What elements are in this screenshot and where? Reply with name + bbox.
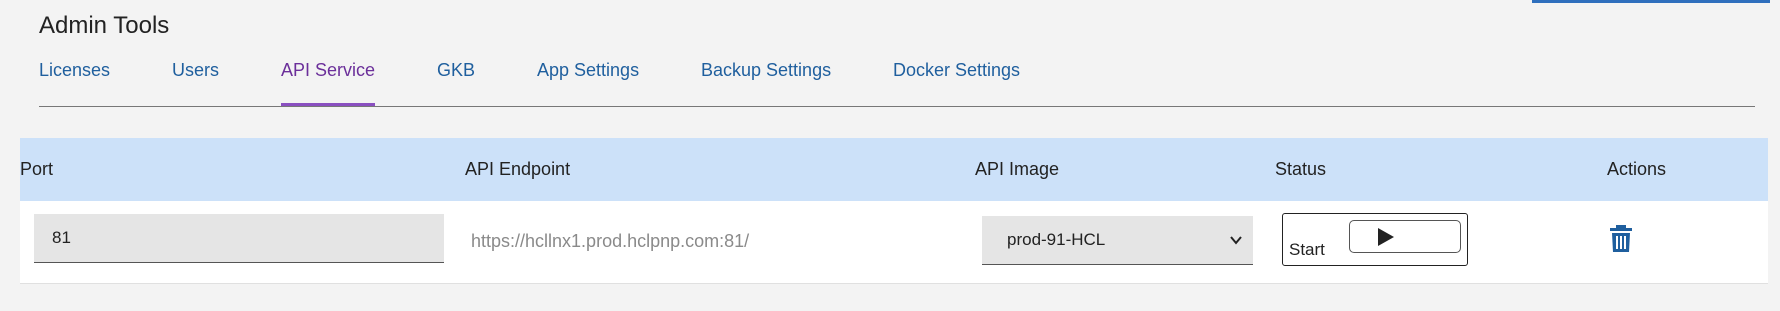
tab-gkb[interactable]: GKB	[437, 60, 475, 81]
api-image-select[interactable]: prod-91-HCL	[982, 216, 1253, 265]
api-service-table: Port API Endpoint API Image Status Actio…	[20, 138, 1768, 284]
status-label: Start	[1289, 240, 1325, 259]
header-port: Port	[20, 159, 54, 179]
tab-bar: Licenses Users API Service GKB App Setti…	[39, 58, 1755, 107]
tab-api-service[interactable]: API Service	[281, 60, 376, 106]
play-icon	[1378, 228, 1394, 246]
tab-users[interactable]: Users	[172, 60, 219, 81]
chevron-down-icon	[1230, 236, 1242, 245]
header-api-endpoint: API Endpoint	[465, 159, 571, 179]
page-title: Admin Tools	[39, 12, 170, 39]
header-api-image: API Image	[975, 159, 1060, 179]
tab-app-settings[interactable]: App Settings	[537, 60, 639, 81]
api-image-value: prod-91-HCL	[1007, 230, 1106, 249]
tab-licenses[interactable]: Licenses	[39, 60, 110, 81]
table-header: Port API Endpoint API Image Status Actio…	[20, 138, 1768, 201]
trash-icon[interactable]	[1610, 224, 1632, 252]
tab-backup-settings[interactable]: Backup Settings	[701, 60, 831, 81]
top-accent-bar	[1532, 0, 1770, 3]
start-button[interactable]	[1349, 220, 1461, 253]
tab-docker-settings[interactable]: Docker Settings	[893, 60, 1020, 81]
status-control: Start	[1282, 213, 1468, 266]
api-endpoint-text: https://hcllnx1.prod.hclpnp.com:81/	[471, 231, 750, 251]
port-input[interactable]	[34, 214, 444, 263]
header-status: Status	[1275, 159, 1327, 179]
header-actions: Actions	[1607, 159, 1667, 179]
